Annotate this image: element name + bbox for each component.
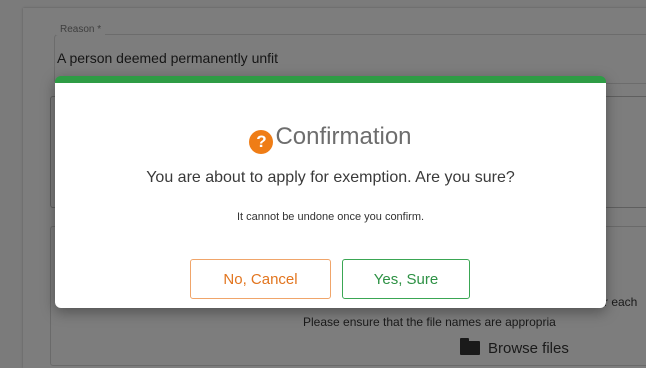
upload-filename-note: Please ensure that the file names are ap…	[303, 315, 556, 329]
confirmation-dialog: ? Confirmation You are about to apply for…	[55, 76, 606, 308]
folder-icon	[460, 338, 480, 355]
confirm-button[interactable]: Yes, Sure	[342, 259, 470, 299]
dialog-title-text: Confirmation	[275, 123, 412, 150]
browse-files-label: Browse files	[488, 340, 569, 357]
browse-files-button[interactable]: Browse files	[460, 338, 569, 357]
cancel-button[interactable]: No, Cancel	[190, 259, 331, 299]
dialog-title: ? Confirmation	[55, 123, 606, 154]
question-circle-icon: ?	[249, 130, 274, 154]
dialog-message: You are about to apply for exemption. Ar…	[146, 169, 515, 186]
upload-instruction-text: r each	[604, 295, 638, 309]
reason-value: A person deemed permanently unfit	[57, 50, 279, 66]
reason-label: Reason *	[56, 24, 106, 35]
dialog-submessage: It cannot be undone once you confirm.	[236, 211, 425, 223]
